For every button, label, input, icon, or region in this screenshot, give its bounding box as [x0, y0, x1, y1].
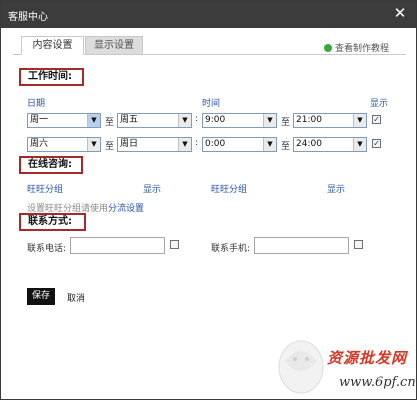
- time-to-select-2[interactable]: 24:00 ▼: [293, 137, 367, 152]
- col-header-show: 显示: [370, 99, 389, 109]
- chevron-down-icon: ▼: [353, 138, 366, 151]
- day-from-select-2[interactable]: 周六 ▼: [27, 137, 101, 152]
- shunt-settings-link[interactable]: 分流设置: [108, 204, 144, 214]
- time-from-value-2: 0:00: [205, 139, 226, 149]
- save-button[interactable]: 保存: [27, 288, 55, 305]
- phone-input[interactable]: [70, 237, 165, 254]
- chevron-down-icon: ▼: [263, 114, 276, 127]
- phone-show-checkbox[interactable]: [170, 240, 179, 249]
- to-label: 至: [105, 118, 115, 128]
- mobile-input[interactable]: [254, 237, 349, 254]
- phone-label: 联系电话:: [27, 244, 67, 254]
- col-header-date: 日期: [27, 99, 46, 109]
- colon-label: :: [195, 114, 199, 124]
- day-to-select-2[interactable]: 周日 ▼: [117, 137, 192, 152]
- customer-service-dialog: 客服中心 ✕ 内容设置 显示设置 查看制作教程 工作时间: 日期 时间 显示 周…: [0, 0, 417, 400]
- colon-label: :: [195, 138, 199, 148]
- time-to-value-1: 21:00: [296, 115, 322, 125]
- green-dot-icon: [323, 44, 332, 52]
- show-checkbox-1[interactable]: ✓: [372, 115, 381, 124]
- col-header-group-1: 旺旺分组: [27, 185, 64, 195]
- day-from-select-1[interactable]: 周一 ▼: [27, 113, 101, 128]
- col-header-group-2: 旺旺分组: [211, 185, 248, 195]
- to-label: 至: [281, 142, 291, 152]
- time-to-value-2: 24:00: [296, 139, 322, 149]
- title-bar: 客服中心 ✕: [1, 1, 416, 28]
- mobile-label: 联系手机:: [211, 244, 251, 254]
- watermark-text: 资源批发网: [327, 349, 408, 367]
- tab-content-settings[interactable]: 内容设置: [21, 36, 84, 55]
- chevron-down-icon: ▼: [263, 138, 276, 151]
- to-label: 至: [281, 118, 291, 128]
- to-label: 至: [105, 142, 115, 152]
- show-checkbox-2[interactable]: ✓: [372, 139, 381, 148]
- tutorial-link[interactable]: 查看制作教程: [323, 41, 389, 54]
- chevron-down-icon: ▼: [178, 114, 191, 127]
- chevron-down-icon: ▼: [87, 114, 100, 127]
- time-from-select-2[interactable]: 0:00 ▼: [202, 137, 277, 152]
- day-to-select-1[interactable]: 周五 ▼: [117, 113, 192, 128]
- mobile-show-checkbox[interactable]: [354, 240, 363, 249]
- day-from-value-2: 周六: [30, 139, 49, 149]
- tutorial-label: 查看制作教程: [334, 44, 389, 54]
- day-from-value-1: 周一: [30, 115, 49, 125]
- col-header-show-1: 显示: [143, 185, 162, 195]
- day-to-value-2: 周日: [120, 139, 139, 149]
- day-to-value-1: 周五: [120, 115, 139, 125]
- col-header-show-2: 显示: [327, 185, 346, 195]
- window-title: 客服中心: [8, 12, 48, 23]
- watermark-url: www.6pf.cn: [339, 375, 416, 390]
- time-from-value-1: 9:00: [205, 115, 226, 125]
- time-from-select-1[interactable]: 9:00 ▼: [202, 113, 277, 128]
- section-title-contact: 联系方式:: [19, 213, 86, 231]
- col-header-time: 时间: [202, 99, 221, 109]
- cancel-button[interactable]: 取消: [67, 291, 85, 304]
- chevron-down-icon: ▼: [178, 138, 191, 151]
- section-title-work-time: 工作时间:: [19, 68, 84, 86]
- chevron-down-icon: ▼: [87, 138, 100, 151]
- chevron-down-icon: ▼: [353, 114, 366, 127]
- close-icon[interactable]: ✕: [392, 5, 408, 21]
- tab-display-settings[interactable]: 显示设置: [85, 36, 143, 55]
- section-title-online: 在线咨询:: [19, 156, 83, 174]
- time-to-select-1[interactable]: 21:00 ▼: [293, 113, 367, 128]
